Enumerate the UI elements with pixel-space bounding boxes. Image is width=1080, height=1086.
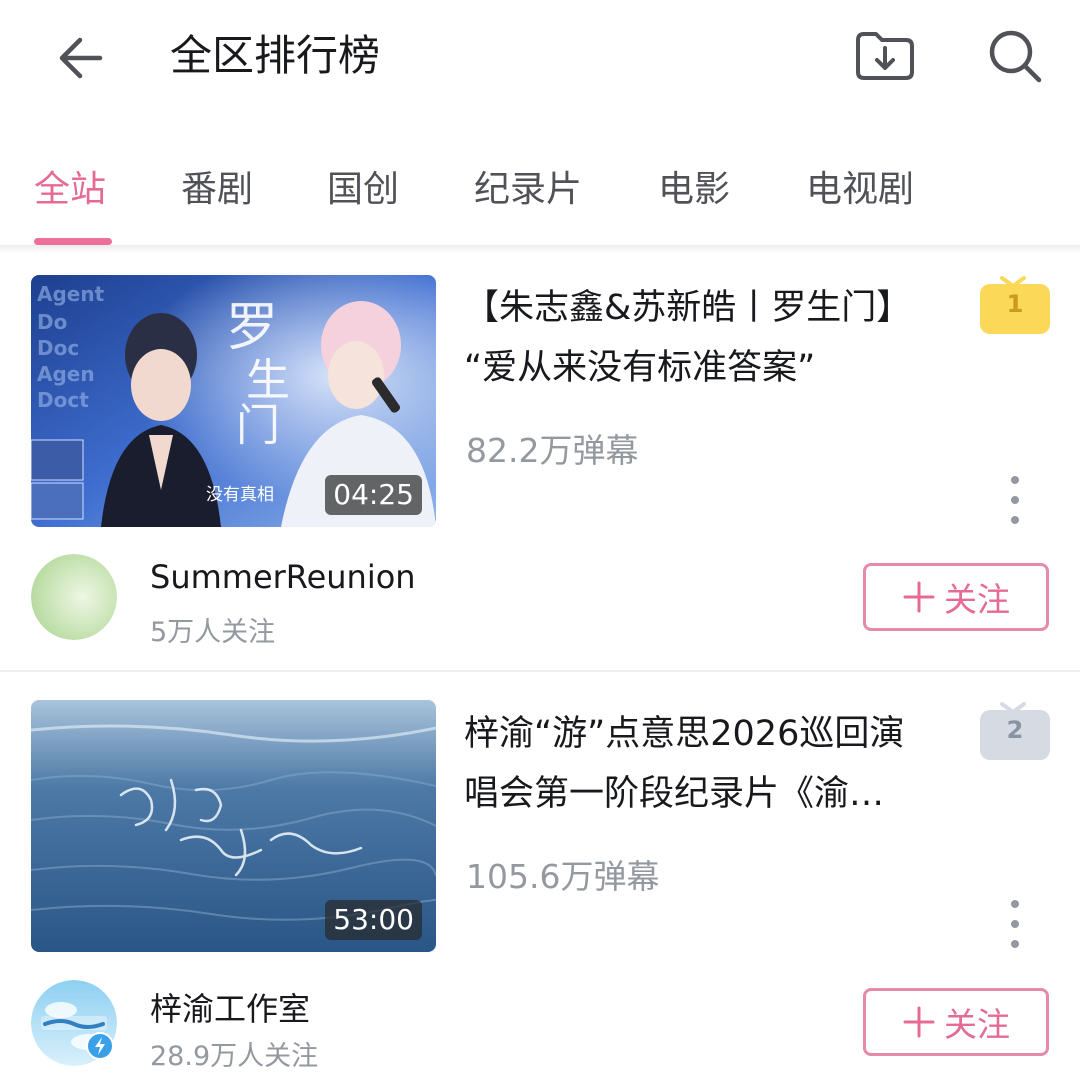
more-dot-icon (1011, 496, 1019, 504)
more-dot-icon (1011, 516, 1019, 524)
verified-badge-icon (86, 1032, 114, 1060)
more-options-button[interactable] (1000, 476, 1030, 524)
danmaku-count: 105.6万弹幕 (466, 857, 660, 896)
more-dot-icon (1011, 920, 1019, 928)
svg-text:Agen: Agen (37, 362, 95, 386)
rank-badge: 2 (980, 702, 1050, 760)
tab-all[interactable]: 全站 (34, 164, 106, 216)
video-title-line: 【朱志鑫&苏新皓丨罗生门】 (464, 288, 912, 328)
svg-text:Do: Do (37, 310, 67, 334)
back-button[interactable] (50, 28, 110, 88)
follow-label: 关注 (944, 1005, 1010, 1044)
danmaku-count: 82.2万弹幕 (466, 431, 639, 470)
video-duration: 04:25 (325, 475, 422, 515)
more-options-button[interactable] (1000, 900, 1030, 948)
more-dot-icon (1011, 940, 1019, 948)
uploader-name[interactable]: SummerReunion (150, 558, 416, 596)
video-title[interactable]: 【朱志鑫&苏新皓丨罗生门】 “爱从来没有标准答案” (464, 278, 954, 398)
svg-text:Doc: Doc (37, 336, 79, 360)
svg-text:Doct: Doct (37, 388, 89, 412)
video-thumbnail[interactable]: 53:00 (31, 700, 436, 952)
rank-badge: 1 (980, 276, 1050, 334)
video-title-line: “爱从来没有标准答案” (464, 348, 816, 388)
video-title[interactable]: 梓渝“游”点意思2026巡回演 唱会第一阶段纪录片《渝… (464, 704, 954, 824)
svg-text:生: 生 (246, 355, 290, 406)
follower-count: 28.9万人关注 (150, 1041, 319, 1072)
follow-label: 关注 (944, 580, 1010, 619)
tab-bangumi[interactable]: 番剧 (181, 164, 253, 216)
svg-text:没有真相: 没有真相 (206, 485, 274, 505)
svg-text:罗: 罗 (226, 298, 278, 358)
list-divider (0, 670, 1080, 672)
category-tabs: 全站 番剧 国创 纪录片 电影 电视剧 (0, 160, 1080, 246)
video-title-line: 唱会第一阶段纪录片《渝… (464, 774, 885, 814)
avatar[interactable] (31, 554, 117, 640)
plus-icon (903, 581, 935, 613)
top-bar: 全区排行榜 (0, 0, 1080, 115)
more-dot-icon (1011, 900, 1019, 908)
tab-tv-series[interactable]: 电视剧 (806, 164, 914, 216)
download-button[interactable] (852, 26, 918, 86)
rank-number: 1 (1006, 290, 1024, 318)
video-thumbnail[interactable]: Agent Do Doc Agen Doct 罗 生 门 没有真相 04:25 (31, 275, 436, 527)
plus-icon (903, 1006, 935, 1038)
tab-documentary[interactable]: 纪录片 (474, 164, 582, 216)
download-folder-icon (856, 32, 914, 80)
video-title-line: 梓渝“游”点意思2026巡回演 (464, 714, 905, 754)
uploader-name[interactable]: 梓渝工作室 (150, 984, 310, 1030)
tabs-divider (0, 245, 1080, 253)
search-button[interactable] (984, 26, 1046, 86)
page-title: 全区排行榜 (170, 31, 381, 80)
follower-count: 5万人关注 (150, 617, 276, 648)
svg-text:Agent: Agent (37, 282, 105, 306)
more-dot-icon (1011, 476, 1019, 484)
rank-number: 2 (1006, 716, 1024, 744)
avatar-image (31, 554, 117, 640)
tab-movie[interactable]: 电影 (658, 164, 730, 216)
svg-text:门: 门 (236, 400, 280, 451)
video-duration: 53:00 (325, 900, 422, 940)
follow-button[interactable]: 关注 (863, 563, 1049, 631)
tab-guochuang[interactable]: 国创 (327, 164, 399, 216)
back-arrow-icon (59, 37, 103, 79)
follow-button[interactable]: 关注 (863, 988, 1049, 1056)
search-icon (989, 30, 1042, 83)
active-tab-indicator (34, 238, 112, 245)
